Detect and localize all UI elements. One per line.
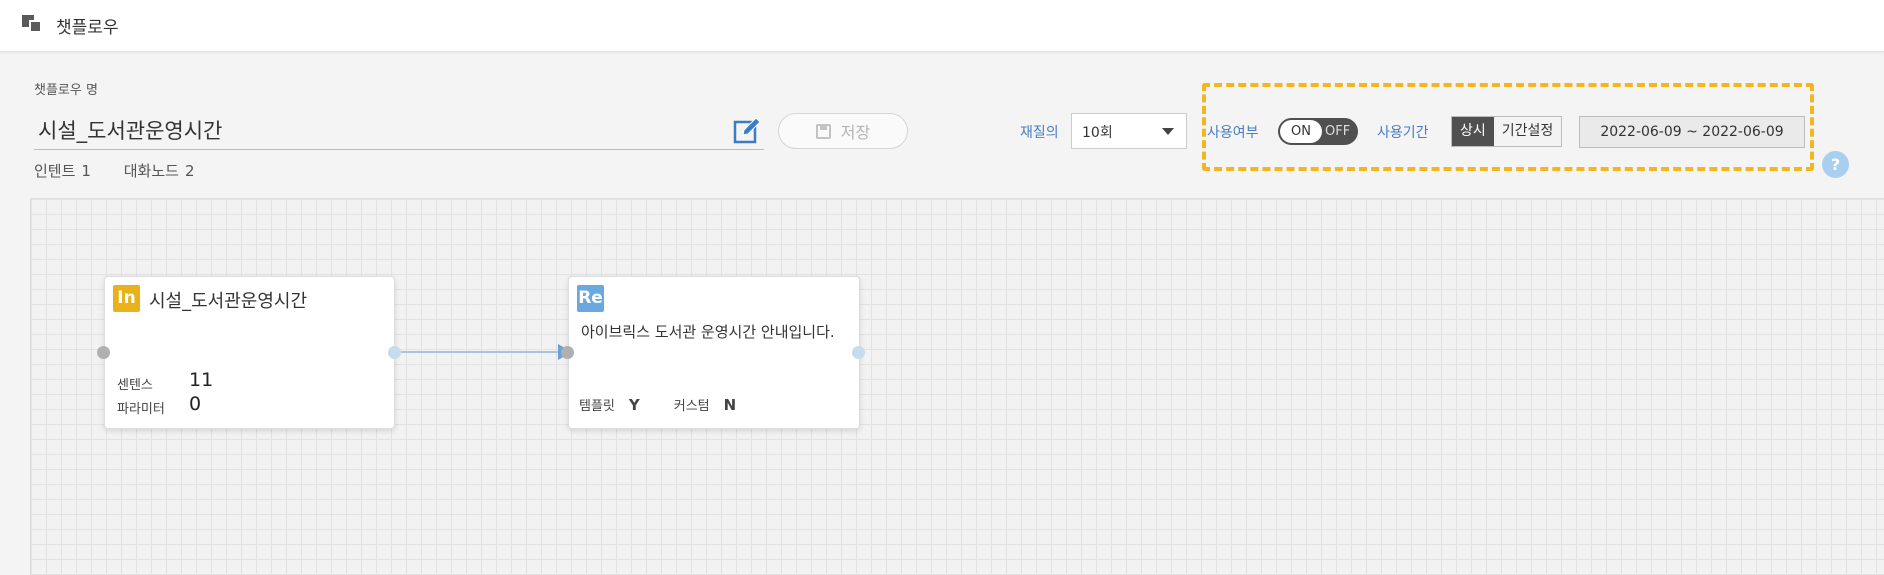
template-label: 템플릿 bbox=[579, 399, 615, 414]
save-button[interactable]: 저장 bbox=[778, 113, 908, 149]
retry-label: 재질의 bbox=[1020, 125, 1059, 141]
template-value: Y bbox=[628, 395, 640, 414]
usage-toggle[interactable]: ON OFF bbox=[1278, 118, 1358, 145]
period-always-button[interactable]: 상시 bbox=[1452, 117, 1494, 146]
top-bar: 챗플로우 bbox=[0, 0, 1884, 52]
retry-select[interactable]: 10회 bbox=[1071, 113, 1187, 149]
save-label: 저장 bbox=[840, 123, 871, 142]
edit-icon[interactable] bbox=[732, 116, 762, 146]
intent-node[interactable]: In 시설_도서관운영시간 센텐스 11 파라미터 0 bbox=[104, 276, 395, 429]
save-icon bbox=[815, 123, 831, 139]
page-title: 챗플로우 bbox=[56, 18, 119, 38]
caret-down-icon bbox=[1162, 128, 1174, 135]
response-node[interactable]: Re 아이브릭스 도서관 운영시간 안내입니다. 템플릿 Y 커스텀 N bbox=[568, 276, 860, 429]
parameter-value: 0 bbox=[189, 393, 202, 415]
intent-node-title: 시설_도서관운영시간 bbox=[149, 291, 308, 312]
date-range-field[interactable]: 2022-06-09 ~ 2022-06-09 bbox=[1579, 116, 1805, 148]
period-custom-button[interactable]: 기간설정 bbox=[1493, 117, 1562, 146]
node-connector bbox=[394, 351, 568, 353]
intent-input-port[interactable] bbox=[97, 346, 110, 359]
response-output-port[interactable] bbox=[852, 346, 865, 359]
usage-label: 사용여부 bbox=[1207, 125, 1259, 141]
retry-value: 10회 bbox=[1082, 125, 1113, 141]
response-footer: 템플릿 Y 커스텀 N bbox=[579, 395, 756, 415]
flow-counts: 인텐트 1 대화노드 2 bbox=[34, 160, 222, 181]
response-input-port[interactable] bbox=[561, 346, 574, 359]
node-count-label: 대화노드 2 bbox=[123, 162, 195, 180]
intent-output-port[interactable] bbox=[388, 346, 401, 359]
toggle-on-label: ON bbox=[1280, 120, 1322, 143]
period-label: 사용기간 bbox=[1377, 125, 1429, 141]
response-text: 아이브릭스 도서관 운영시간 안내입니다. bbox=[581, 323, 835, 341]
parameter-row: 파라미터 0 bbox=[117, 393, 202, 417]
chatflow-name-label: 챗플로우 명 bbox=[34, 83, 98, 98]
custom-value: N bbox=[723, 395, 737, 414]
intent-badge: In bbox=[113, 285, 140, 312]
response-badge: Re bbox=[577, 285, 604, 312]
chatflow-name-input[interactable] bbox=[34, 111, 764, 150]
custom-label: 커스텀 bbox=[673, 399, 710, 414]
intent-count-label: 인텐트 1 bbox=[34, 162, 91, 180]
help-icon[interactable]: ? bbox=[1822, 151, 1849, 178]
sentence-row: 센텐스 11 bbox=[117, 369, 214, 393]
period-segment: 상시 기간설정 bbox=[1451, 116, 1563, 147]
chatflow-icon bbox=[22, 15, 44, 33]
sentence-value: 11 bbox=[189, 369, 214, 391]
toggle-off-label: OFF bbox=[1325, 124, 1351, 139]
